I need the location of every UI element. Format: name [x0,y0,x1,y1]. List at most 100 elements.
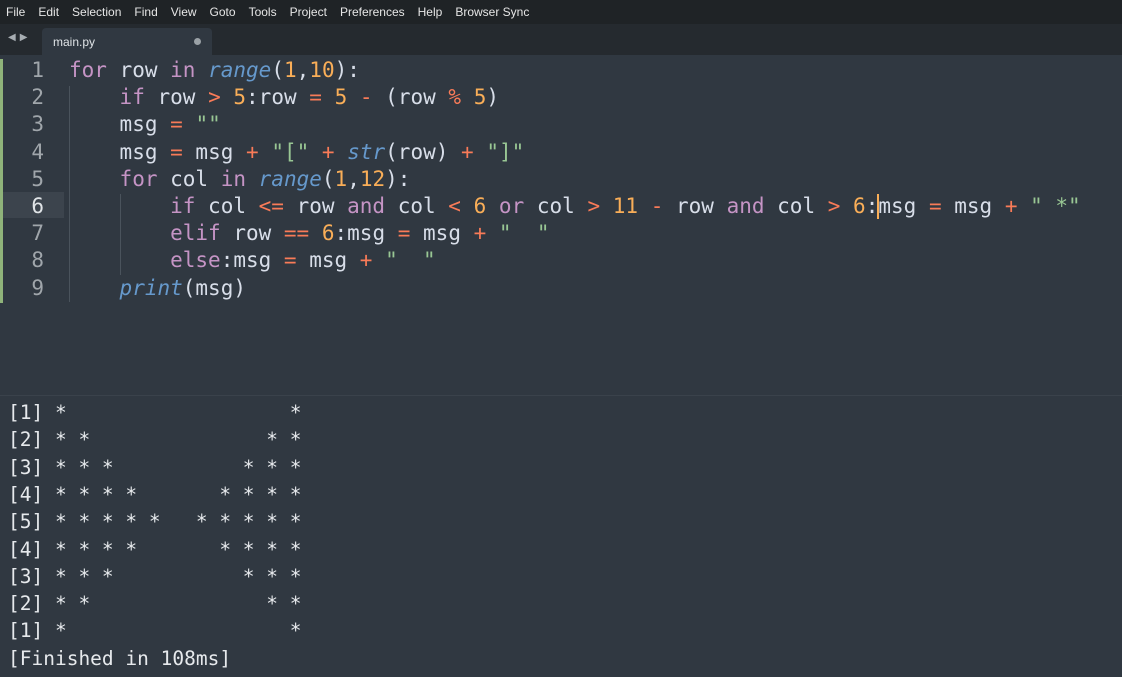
code-token: = [928,194,942,218]
code-token: 12 [359,166,386,191]
menu-item-browser-sync[interactable]: Browser Sync [449,5,536,19]
tab-nav-arrows[interactable]: ◀ ▶ [8,32,38,46]
code-text: elif row == 6:msg = msg + " " [170,220,549,247]
code-token: + [461,139,474,164]
menu-item-goto[interactable]: Goto [204,5,243,19]
menu-item-find[interactable]: Find [128,5,164,19]
code-token: ): [334,58,360,82]
code-token: msg [119,139,171,164]
code-token: " " [385,248,436,273]
code-token: = [283,248,297,273]
code-line[interactable]: 6 if col <= row and col < 6 or col > 11 -… [0,193,1122,220]
output-line: [4] * * * * * * * * [8,537,302,561]
code-token: ) [486,85,500,110]
code-line[interactable]: 2 if row > 5:row = 5 - (row % 5) [0,84,1122,111]
code-token: or [498,194,525,218]
code-token: print [119,275,183,300]
code-token: (msg) [182,275,246,300]
menu-item-view[interactable]: View [165,5,204,19]
code-token: > [827,194,841,218]
code-token: (row) [385,139,462,164]
code-token: > [587,194,601,218]
code-token: col [157,166,221,191]
code-token: range [258,166,322,191]
line-number: 2 [31,85,44,110]
code-token: = [170,112,183,137]
code-line[interactable]: 9 print(msg) [0,275,1122,302]
code-token: col [195,194,259,218]
code-text: print(msg) [120,275,246,302]
line-number: 5 [31,166,44,191]
output-line: [5] * * * * * * * * * * [8,510,302,534]
code-token: for [119,166,158,191]
code-token: ( [271,58,284,82]
code-token: ( [321,166,335,191]
menu-item-help[interactable]: Help [412,5,450,19]
code-token: + [246,139,259,164]
code-token: < [448,194,461,218]
line-number: 1 [31,58,44,82]
code-token: msg [410,221,474,246]
code-line[interactable]: 7 elif row == 6:msg = msg + " " [0,220,1122,247]
menu-item-tools[interactable]: Tools [243,5,284,19]
code-token: :msg [220,248,284,273]
code-token: msg [119,112,171,137]
code-line[interactable]: 5 for col in range(1,12): [0,166,1122,193]
code-line[interactable]: 1 for row in range(1,10): [0,57,1122,84]
code-token: msg [182,139,246,164]
code-line[interactable]: 8 else:msg = msg + " " [0,247,1122,274]
code-token: - [359,85,373,110]
code-token: 10 [309,58,335,82]
modified-dot-icon[interactable] [194,38,201,45]
output-line: [3] * * * * * * [8,564,302,588]
code-token: range [208,58,272,82]
code-token: col [764,194,828,218]
code-token: :row [246,85,310,110]
chevron-left-icon[interactable]: ◀ [8,32,16,46]
tab-main-py[interactable]: main.py [42,28,212,55]
tab-label: main.py [53,35,96,49]
code-token: " *" [1030,194,1081,218]
code-text: else:msg = msg + " " [170,247,436,274]
menu-item-file[interactable]: File [0,5,32,19]
code-token: 6 [853,194,866,218]
code-text: msg = "" [120,111,221,138]
code-token: - [650,194,664,218]
code-editor[interactable]: 1 for row in range(1,10): 2 if row > 5:row … [0,55,1122,395]
menu-item-selection[interactable]: Selection [66,5,128,19]
code-token: <= [258,194,284,218]
code-line[interactable]: 3 msg = "" [0,111,1122,138]
menu-item-preferences[interactable]: Preferences [334,5,412,19]
code-token: if [170,194,196,218]
chevron-right-icon[interactable]: ▶ [20,32,28,46]
code-token: "]" [486,139,525,164]
code-token: msg [878,194,929,218]
output-line: [4] * * * * * * * * [8,482,302,506]
code-token: col [385,194,449,218]
code-token: row [663,194,727,218]
line-number: 7 [31,221,44,246]
output-line: [1] * * [8,619,302,643]
build-output-panel[interactable]: [1] * * [2] * * * * [3] * * * * * * [4] * *… [0,395,1122,677]
code-token: msg [296,248,360,273]
code-token: row [106,58,171,82]
code-token: + [321,139,335,164]
code-token: col [524,194,588,218]
menu-item-edit[interactable]: Edit [32,5,66,19]
output-line: [2] * * * * [8,592,302,616]
code-token: = [170,139,183,164]
line-number: 9 [31,275,44,300]
code-line[interactable]: 4 msg = msg + "[" + str(row) + "]" [0,139,1122,166]
menu-item-project[interactable]: Project [284,5,334,19]
